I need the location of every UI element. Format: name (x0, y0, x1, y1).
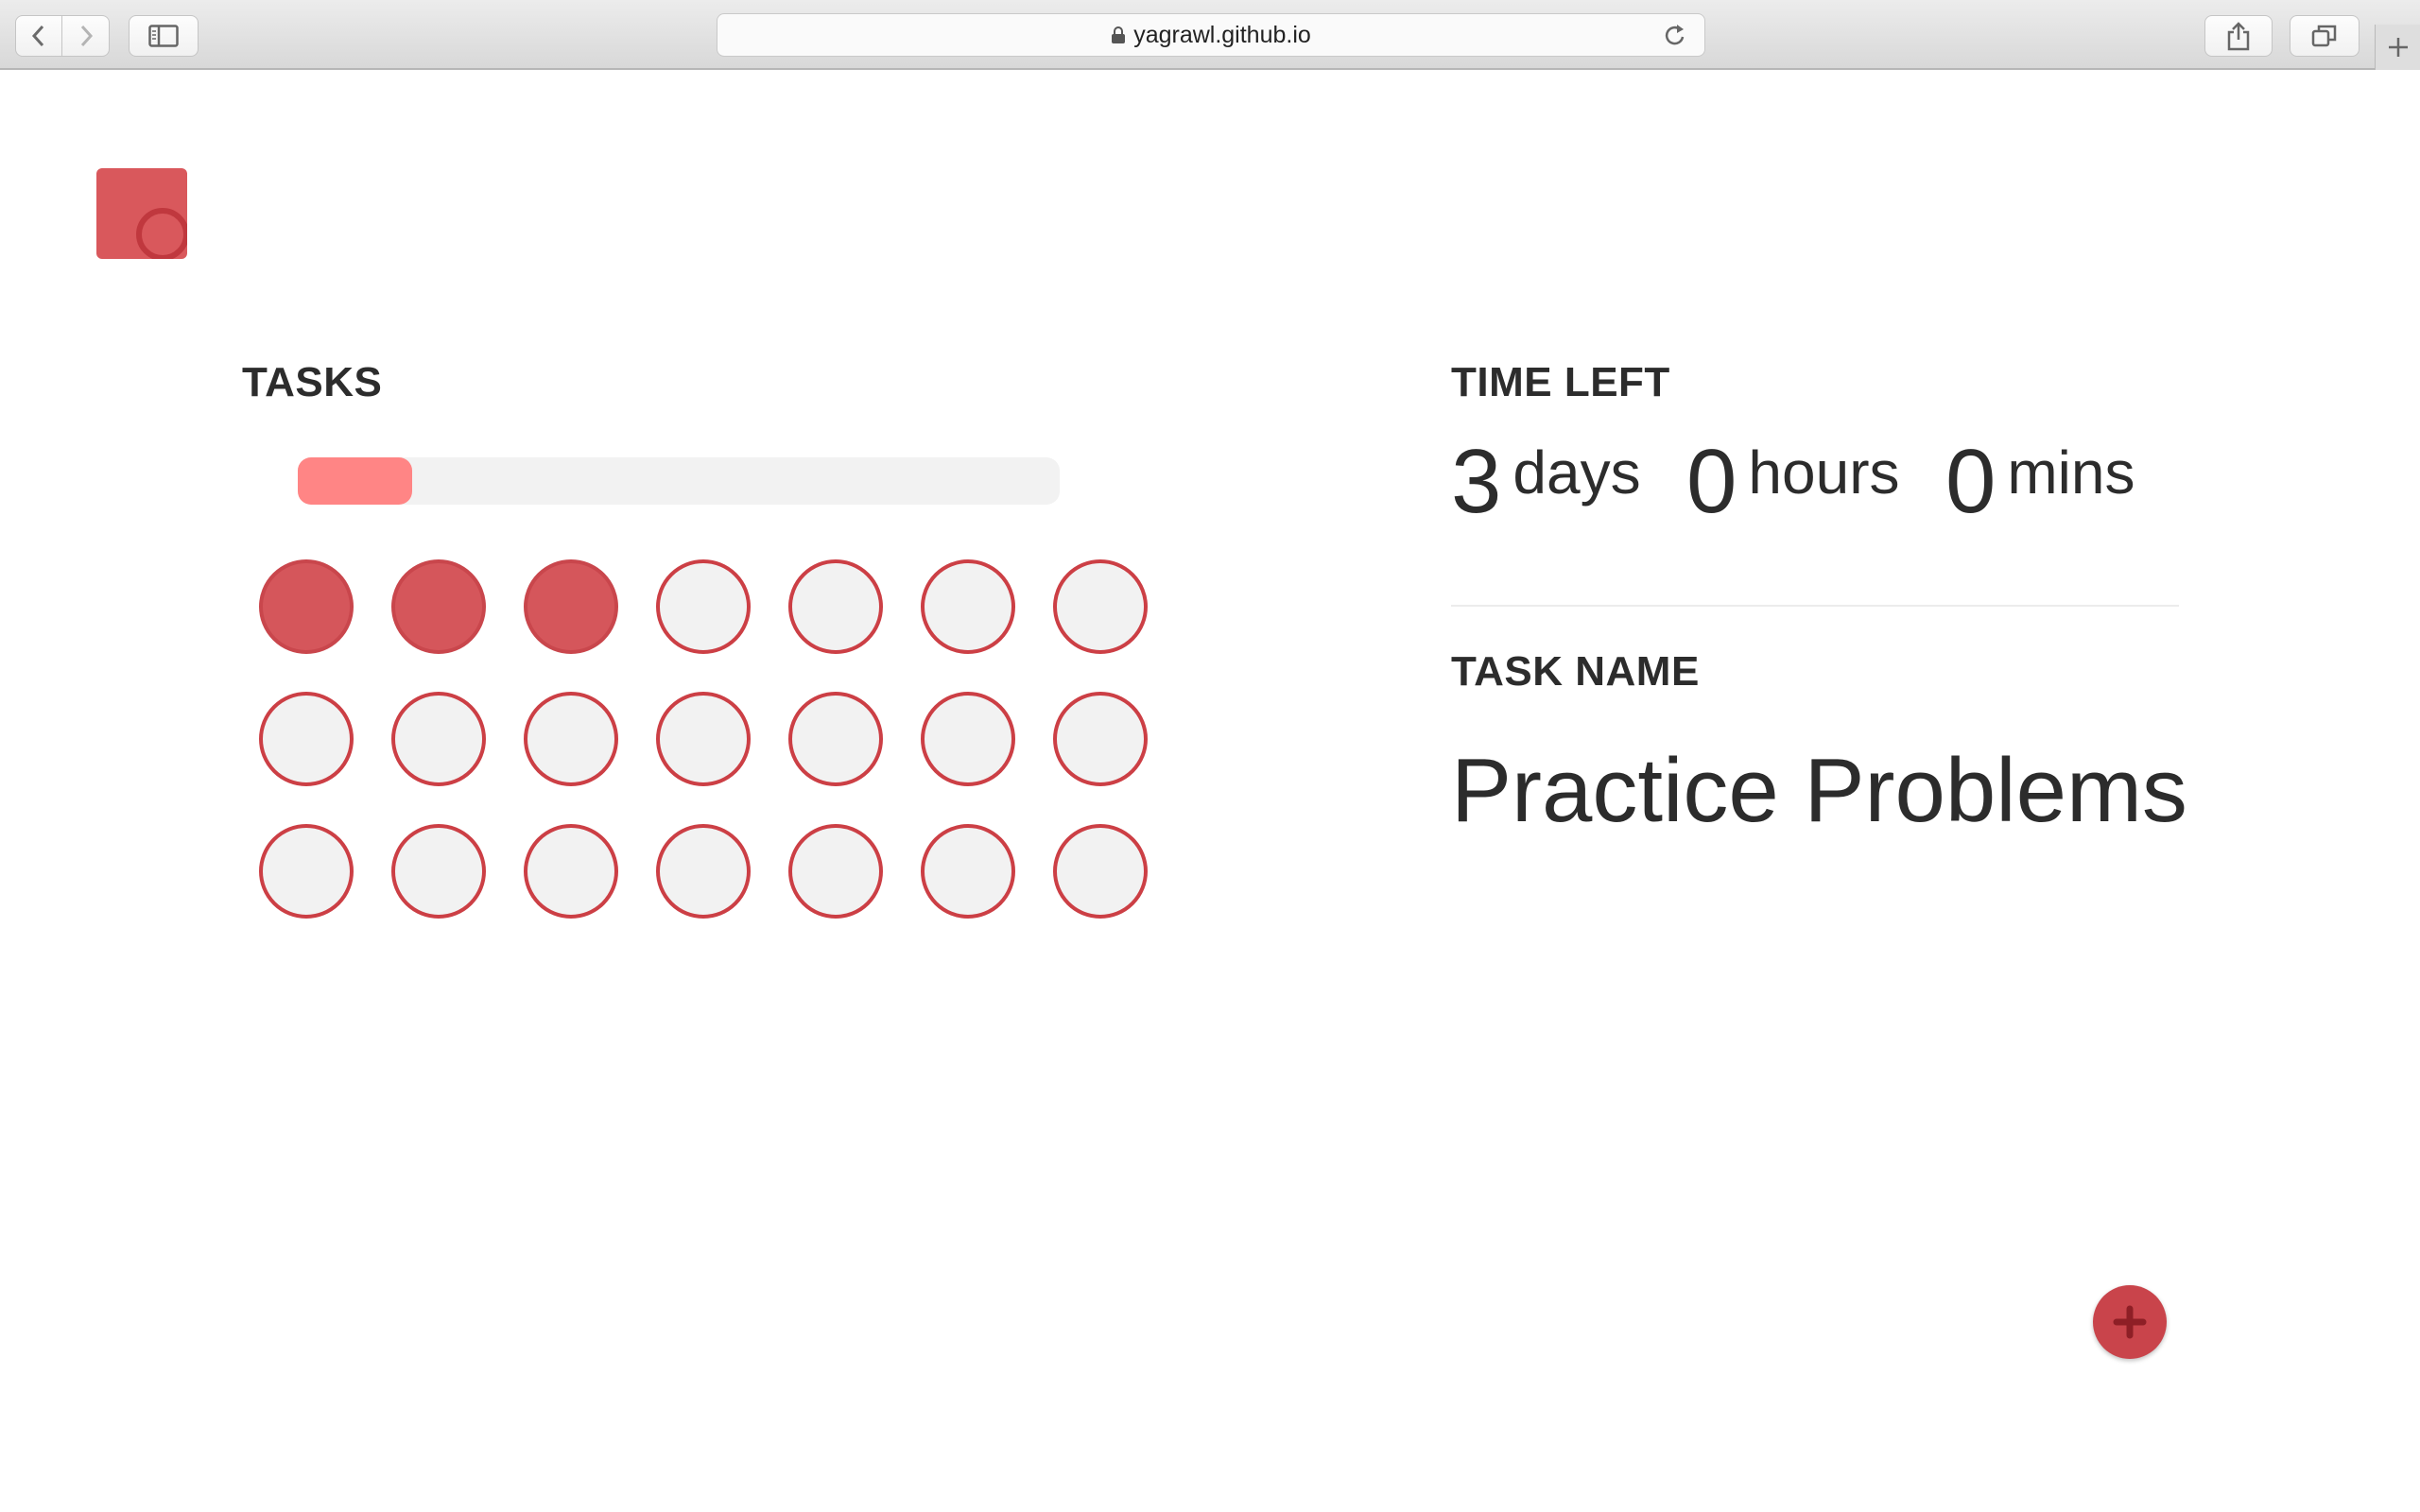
nav-buttons (15, 15, 110, 57)
task-dot[interactable] (656, 559, 751, 654)
url-text: yagrawl.github.io (1133, 21, 1311, 48)
task-dot[interactable] (921, 559, 1015, 654)
task-dot[interactable] (788, 824, 883, 919)
reload-icon[interactable] (1663, 23, 1687, 49)
task-dot[interactable] (391, 824, 486, 919)
tabs-overview-button[interactable] (2290, 15, 2360, 57)
sidebar-button[interactable] (129, 15, 199, 57)
back-button[interactable] (15, 15, 62, 57)
task-dot[interactable] (391, 692, 486, 786)
task-dot[interactable] (259, 824, 354, 919)
task-dot[interactable] (259, 692, 354, 786)
add-task-button[interactable] (2093, 1285, 2167, 1359)
chevron-right-icon (80, 25, 93, 47)
app-logo[interactable] (96, 168, 187, 259)
share-icon (2227, 22, 2250, 51)
tasks-progress-bar (298, 457, 1060, 505)
task-name-value: Practice Problems (1451, 740, 2187, 841)
days-unit: days (1512, 438, 1641, 507)
task-dot-completed[interactable] (259, 559, 354, 654)
task-dot[interactable] (921, 692, 1015, 786)
task-dot[interactable] (1053, 559, 1148, 654)
hours-value: 0 (1686, 431, 1737, 532)
task-name-heading: TASK NAME (1451, 648, 1700, 695)
task-dot[interactable] (656, 824, 751, 919)
forward-button[interactable] (62, 15, 110, 57)
lock-icon (1112, 26, 1126, 43)
plus-icon (2113, 1305, 2147, 1339)
task-dot[interactable] (656, 692, 751, 786)
task-dot[interactable] (921, 824, 1015, 919)
address-bar[interactable]: yagrawl.github.io (717, 13, 1705, 57)
task-dot[interactable] (1053, 824, 1148, 919)
new-tab-button[interactable] (2375, 25, 2420, 70)
time-left-display: 3 days 0 hours 0 mins (1451, 437, 2179, 527)
section-divider (1451, 605, 2179, 607)
time-left-heading: TIME LEFT (1451, 359, 1670, 405)
sidebar-icon (148, 25, 179, 47)
tasks-heading: TASKS (242, 359, 383, 405)
task-dot-completed[interactable] (524, 559, 618, 654)
chevron-left-icon (31, 25, 44, 47)
task-dot[interactable] (788, 559, 883, 654)
days-group: 3 days (1451, 437, 1641, 527)
task-dot[interactable] (788, 692, 883, 786)
mins-value: 0 (1945, 431, 1996, 532)
share-button[interactable] (2204, 15, 2273, 57)
task-dot-completed[interactable] (391, 559, 486, 654)
mins-group: 0 mins (1945, 437, 2135, 527)
browser-toolbar: yagrawl.github.io (0, 0, 2420, 70)
tasks-progress-fill (298, 457, 412, 505)
app-logo-icon (136, 208, 187, 259)
tabs-icon (2311, 25, 2337, 47)
hours-unit: hours (1748, 438, 1900, 507)
task-dot[interactable] (524, 824, 618, 919)
task-dot[interactable] (524, 692, 618, 786)
task-dot[interactable] (1053, 692, 1148, 786)
days-value: 3 (1451, 431, 1502, 532)
mins-unit: mins (2007, 438, 2135, 507)
plus-icon (2388, 38, 2408, 57)
task-dot-grid (259, 559, 1151, 919)
hours-group: 0 hours (1686, 437, 1899, 527)
